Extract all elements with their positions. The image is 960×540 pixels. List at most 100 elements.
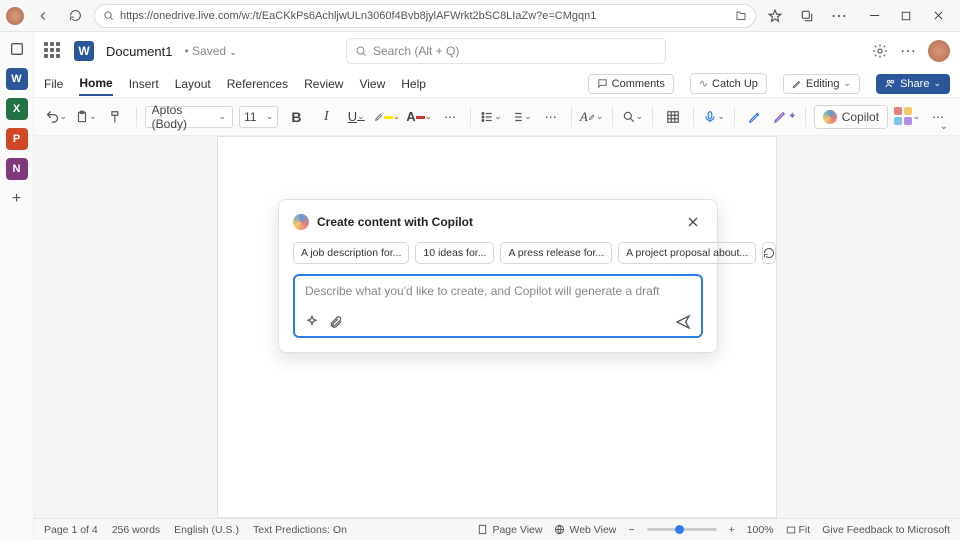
window-minimize-button[interactable] — [858, 3, 890, 29]
status-predictions[interactable]: Text Predictions: On — [253, 524, 347, 536]
copilot-button[interactable]: Copilot — [814, 105, 888, 129]
copilot-suggestion-chip[interactable]: A project proposal about... — [618, 242, 756, 264]
word-logo-icon: W — [74, 41, 94, 61]
bullets-button[interactable]: ⌄ — [479, 104, 503, 130]
status-pageview[interactable]: Page View — [477, 524, 542, 536]
tab-view[interactable]: View — [359, 73, 385, 95]
underline-button[interactable]: U ⌄ — [344, 104, 368, 130]
font-size-dropdown[interactable]: 11⌄ — [239, 106, 278, 128]
copilot-suggestion-chip[interactable]: A press release for... — [500, 242, 612, 264]
font-more-button[interactable]: ⋯ — [438, 104, 462, 130]
editor-button[interactable] — [743, 104, 767, 130]
paragraph-more-button[interactable]: ⋯ — [539, 104, 563, 130]
table-button[interactable] — [661, 104, 685, 130]
read-aloud-icon[interactable] — [735, 10, 747, 22]
collections-icon[interactable] — [794, 3, 820, 29]
rail-add-app-button[interactable]: + — [6, 188, 28, 210]
document-page[interactable]: Create content with Copilot A job descri… — [217, 136, 777, 518]
comment-icon — [597, 78, 608, 89]
format-painter-button[interactable] — [104, 104, 128, 130]
tab-home[interactable]: Home — [79, 72, 112, 96]
search-icon — [355, 45, 367, 57]
copilot-refresh-suggestions-button[interactable] — [762, 242, 776, 264]
rail-word-icon[interactable]: W — [6, 68, 28, 90]
numbering-button[interactable]: ⌄ — [509, 104, 533, 130]
ribbon-toolbar: ⌄ ⌄ Aptos (Body)⌄ 11⌄ B I U ⌄ ⌄ A⌄ ⋯ ⌄ ⌄… — [34, 98, 960, 136]
ribbon-tabs: File Home Insert Layout References Revie… — [34, 70, 960, 98]
designer-button[interactable]: ⌄ — [894, 104, 920, 130]
share-button[interactable]: Share⌄ — [876, 74, 950, 94]
browser-refresh-button[interactable] — [62, 3, 88, 29]
catchup-button[interactable]: ∿Catch Up — [690, 73, 767, 94]
copilot-suggestion-chip[interactable]: A job description for... — [293, 242, 409, 264]
user-avatar[interactable] — [928, 40, 950, 62]
browser-back-button[interactable] — [30, 3, 56, 29]
copilot-suggestion-chip[interactable]: 10 ideas for... — [415, 242, 494, 264]
save-status[interactable]: • Saved ⌄ — [184, 44, 236, 58]
browser-menu-icon[interactable]: ⋯ — [826, 3, 852, 29]
tab-help[interactable]: Help — [401, 73, 426, 95]
copilot-input-container: Describe what you'd like to create, and … — [293, 274, 703, 338]
settings-icon[interactable] — [872, 43, 888, 59]
feedback-link[interactable]: Give Feedback to Microsoft — [822, 524, 950, 536]
search-input[interactable]: Search (Alt + Q) — [346, 38, 666, 64]
highlight-button[interactable]: ⌄ — [374, 104, 400, 130]
browser-address-bar[interactable]: https://onedrive.live.com/w:/t/EaCKkPs6A… — [94, 4, 756, 28]
status-page[interactable]: Page 1 of 4 — [44, 524, 98, 536]
copilot-draft-panel: Create content with Copilot A job descri… — [278, 199, 718, 353]
copilot-logo-icon — [293, 214, 309, 230]
app-launcher-icon[interactable] — [44, 42, 62, 60]
rewrite-button[interactable]: ✦ — [773, 104, 797, 130]
window-close-button[interactable] — [922, 3, 954, 29]
copilot-send-button[interactable] — [675, 314, 691, 330]
rail-onenote-icon[interactable]: N — [6, 158, 28, 180]
rail-powerpoint-icon[interactable]: P — [6, 128, 28, 150]
status-webview[interactable]: Web View — [554, 524, 616, 536]
styles-button[interactable]: A⌄ — [580, 104, 604, 130]
copilot-close-button[interactable] — [683, 212, 703, 232]
ribbon-collapse-button[interactable]: ⌄ — [940, 121, 948, 132]
browser-profile-avatar[interactable] — [6, 7, 24, 25]
copilot-suggestions: A job description for... 10 ideas for...… — [293, 242, 703, 264]
dictate-button[interactable]: ⌄ — [702, 104, 726, 130]
window-maximize-button[interactable] — [890, 3, 922, 29]
paste-button[interactable]: ⌄ — [74, 104, 98, 130]
copilot-inspire-icon[interactable] — [305, 315, 319, 329]
rail-excel-icon[interactable]: X — [6, 98, 28, 120]
editing-mode-button[interactable]: Editing⌄ — [783, 74, 860, 94]
tab-layout[interactable]: Layout — [175, 73, 211, 95]
comments-button[interactable]: Comments — [588, 74, 674, 94]
find-button[interactable]: ⌄ — [620, 104, 644, 130]
tab-file[interactable]: File — [44, 73, 63, 95]
font-color-button[interactable]: A⌄ — [406, 104, 432, 130]
people-icon — [885, 78, 896, 89]
bold-button[interactable]: B — [284, 104, 308, 130]
status-words[interactable]: 256 words — [112, 524, 160, 536]
undo-button[interactable]: ⌄ — [44, 104, 68, 130]
fit-button[interactable]: Fit — [786, 524, 811, 536]
font-family-dropdown[interactable]: Aptos (Body)⌄ — [145, 106, 233, 128]
zoom-out-button[interactable]: − — [628, 524, 634, 536]
copilot-attach-icon[interactable] — [329, 315, 343, 329]
tab-review[interactable]: Review — [304, 73, 343, 95]
tab-references[interactable]: References — [227, 73, 288, 95]
tab-insert[interactable]: Insert — [129, 73, 159, 95]
favorites-icon[interactable] — [762, 3, 788, 29]
copilot-icon — [823, 110, 837, 124]
pencil-icon — [792, 79, 802, 89]
zoom-in-button[interactable]: + — [729, 524, 735, 536]
zoom-level[interactable]: 100% — [747, 524, 774, 536]
status-language[interactable]: English (U.S.) — [174, 524, 239, 536]
fit-icon — [786, 525, 796, 535]
zoom-slider[interactable] — [647, 528, 717, 531]
more-icon[interactable]: ⋯ — [900, 41, 916, 61]
copilot-prompt-input[interactable]: Describe what you'd like to create, and … — [305, 284, 691, 304]
document-canvas: Create content with Copilot A job descri… — [34, 136, 960, 518]
lock-icon — [103, 10, 114, 21]
pageview-icon — [477, 524, 488, 535]
italic-button[interactable]: I — [314, 104, 338, 130]
rail-home-icon[interactable] — [6, 38, 28, 60]
search-placeholder: Search (Alt + Q) — [373, 44, 459, 58]
document-name[interactable]: Document1 — [106, 44, 172, 59]
browser-bar: https://onedrive.live.com/w:/t/EaCKkPs6A… — [0, 0, 960, 32]
